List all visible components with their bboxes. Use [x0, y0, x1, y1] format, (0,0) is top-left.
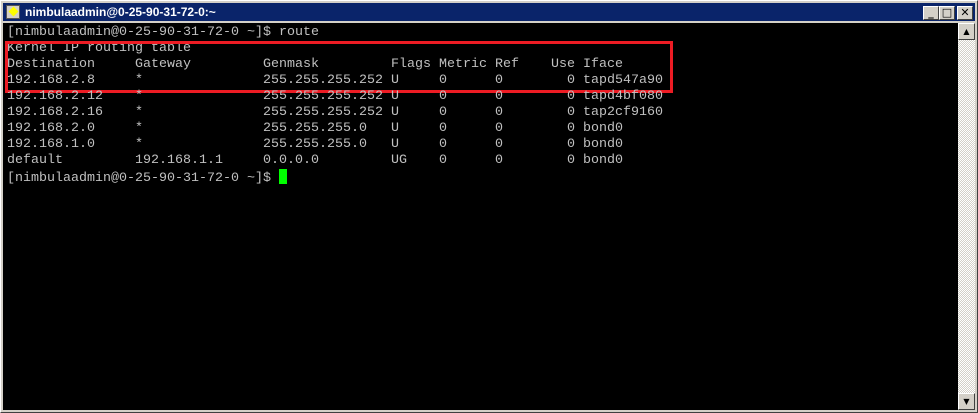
cell: 0 [567, 89, 575, 104]
command-line: [nimbulaadmin@0-25-90-31-72-0 ~]$ route [7, 25, 319, 41]
cell: 255.255.255.252 [263, 73, 383, 88]
table-row: 192.168.2.12 * 255.255.255.252 U 0 0 0 tapd4bf0… [7, 89, 663, 105]
table-row: 192.168.2.16 * 255.255.255.252 U 0 0 0 tap2cf91… [7, 105, 663, 121]
cell: 0 [495, 137, 503, 152]
cell: 192.168.2.8 [7, 73, 95, 88]
scroll-down-button[interactable]: ▼ [958, 393, 975, 410]
cell: 192.168.1.0 [7, 137, 95, 152]
prompt: [nimbulaadmin@0-25-90-31-72-0 ~]$ [7, 25, 279, 40]
cell: Ref [495, 57, 519, 72]
cell: * [135, 137, 143, 152]
cell: 0 [439, 89, 447, 104]
cell: * [135, 73, 143, 88]
cell: 192.168.2.12 [7, 89, 103, 104]
cell: 0 [567, 73, 575, 88]
cell: bond0 [583, 137, 623, 152]
cell: U [391, 137, 399, 152]
cell: Destination [7, 57, 95, 72]
cell: 0.0.0.0 [263, 153, 319, 168]
cell: tapd547a90 [583, 73, 663, 88]
cell: Flags [391, 57, 431, 72]
cell: UG [391, 153, 407, 168]
prompt: [nimbulaadmin@0-25-90-31-72-0 ~]$ [7, 171, 279, 186]
cell: tap2cf9160 [583, 105, 663, 120]
minimize-button[interactable]: _ [923, 6, 939, 20]
cell: * [135, 121, 143, 136]
cell: 255.255.255.252 [263, 89, 383, 104]
close-button[interactable]: ✕ [957, 6, 973, 20]
cursor [278, 169, 287, 184]
cell: 0 [495, 121, 503, 136]
vertical-scrollbar[interactable]: ▲ ▼ [958, 23, 975, 410]
cell: 0 [567, 121, 575, 136]
cell: 0 [567, 105, 575, 120]
cell: 255.255.255.0 [263, 121, 367, 136]
cell: 0 [495, 73, 503, 88]
scroll-up-button[interactable]: ▲ [958, 23, 975, 40]
cell: bond0 [583, 121, 623, 136]
cell: * [135, 105, 143, 120]
cell: 0 [439, 121, 447, 136]
cell: * [135, 89, 143, 104]
table-header: Destination Gateway Genmask Flags Metric Ref U… [7, 57, 623, 73]
cell: default [7, 153, 63, 168]
cell: U [391, 121, 399, 136]
cell: Use [551, 57, 575, 72]
terminal-window: nimbulaadmin@0-25-90-31-72-0:~ _ □ ✕ [ni… [0, 0, 978, 413]
cell: U [391, 89, 399, 104]
cell: 0 [439, 105, 447, 120]
cell: bond0 [583, 153, 623, 168]
cell: 0 [495, 153, 503, 168]
cell: 0 [495, 89, 503, 104]
cell: tapd4bf080 [583, 89, 663, 104]
cell: 0 [567, 153, 575, 168]
table-row: default 192.168.1.1 0.0.0.0 UG 0 0 0 bond0 [7, 153, 623, 169]
cell: 255.255.255.0 [263, 137, 367, 152]
cell: 192.168.2.0 [7, 121, 95, 136]
putty-app-icon[interactable] [6, 5, 20, 19]
cell: Genmask [263, 57, 319, 72]
table-row: 192.168.2.8 * 255.255.255.252 U 0 0 0 tapd547a9… [7, 73, 663, 89]
table-row: 192.168.2.0 * 255.255.255.0 U 0 0 0 bond0 [7, 121, 623, 137]
window-title: nimbulaadmin@0-25-90-31-72-0:~ [25, 5, 216, 19]
final-prompt-line: [nimbulaadmin@0-25-90-31-72-0 ~]$ [7, 169, 287, 186]
cell: 0 [439, 153, 447, 168]
cell: 192.168.2.16 [7, 105, 103, 120]
table-row: 192.168.1.0 * 255.255.255.0 U 0 0 0 bond0 [7, 137, 623, 153]
cell: Metric [439, 57, 487, 72]
cell: 0 [567, 137, 575, 152]
cell: 0 [495, 105, 503, 120]
command: route [278, 25, 319, 40]
maximize-button[interactable]: □ [939, 6, 955, 20]
title-bar[interactable]: nimbulaadmin@0-25-90-31-72-0:~ _ □ ✕ [3, 3, 975, 21]
cell: U [391, 73, 399, 88]
cell: 0 [439, 73, 447, 88]
cell: Iface [583, 57, 623, 72]
cell: Gateway [135, 57, 191, 72]
cell: 255.255.255.252 [263, 105, 383, 120]
cell: 192.168.1.1 [135, 153, 223, 168]
terminal-output[interactable]: [nimbulaadmin@0-25-90-31-72-0 ~]$ route … [3, 23, 958, 410]
cell: U [391, 105, 399, 120]
cell: 0 [439, 137, 447, 152]
